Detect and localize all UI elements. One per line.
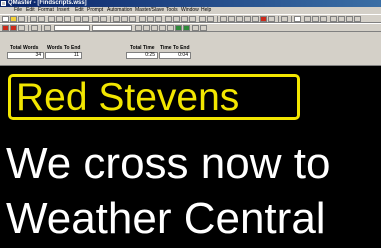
clock-icon[interactable]: [199, 16, 206, 22]
total-time-value: 0:25: [126, 52, 158, 59]
marker-icon[interactable]: [147, 16, 154, 22]
italic-icon[interactable]: [228, 16, 235, 22]
underline-icon[interactable]: [236, 16, 243, 22]
mark-icon[interactable]: [181, 16, 188, 22]
total-words-value: 34: [7, 52, 44, 59]
style-icon[interactable]: [294, 16, 301, 22]
menu-help[interactable]: Help: [201, 7, 211, 14]
words-to-end-value: 11: [45, 52, 82, 59]
redo-icon[interactable]: [82, 16, 89, 22]
size-icon[interactable]: [252, 16, 259, 22]
menu-window[interactable]: Window: [181, 7, 199, 14]
window-title: QMaster - [Findscripts.wss]: [8, 0, 87, 6]
menu-file[interactable]: File: [14, 7, 22, 14]
bookmark-icon[interactable]: [31, 25, 38, 31]
column-icon[interactable]: [129, 16, 136, 22]
style-select[interactable]: [92, 25, 132, 31]
save-icon[interactable]: [18, 16, 25, 22]
show-icon[interactable]: [165, 16, 172, 22]
timer-icon[interactable]: [207, 16, 214, 22]
menu-format[interactable]: Format: [38, 7, 54, 14]
pause-icon[interactable]: [200, 25, 207, 31]
align-left-icon[interactable]: [330, 16, 337, 22]
stop-icon[interactable]: [2, 25, 9, 31]
copy-icon[interactable]: [56, 16, 63, 22]
script-line: We cross now to: [6, 139, 331, 188]
caps-icon[interactable]: [268, 16, 275, 22]
total-words-label: Total Words: [10, 45, 39, 51]
menu-edit[interactable]: Edit: [26, 7, 35, 14]
list-icon[interactable]: [304, 16, 311, 22]
app-icon: [1, 1, 6, 6]
menu-bar: File Edit Format Insert Edit Prompt Auto…: [0, 7, 381, 14]
toolbar-separator: [291, 16, 292, 22]
help-icon[interactable]: [281, 16, 288, 22]
camera-icon[interactable]: [151, 25, 158, 31]
record-icon[interactable]: [10, 25, 17, 31]
justify-icon[interactable]: [354, 16, 361, 22]
toolbar-separator: [28, 25, 29, 31]
hide-icon[interactable]: [173, 16, 180, 22]
align-right-icon[interactable]: [346, 16, 353, 22]
toolbar-separator: [217, 16, 218, 22]
prompter-view[interactable]: Red Stevens We cross now to Weather Cent…: [0, 66, 381, 248]
standard-toolbar: [0, 14, 381, 23]
menu-tools[interactable]: Tools: [166, 7, 178, 14]
script-select[interactable]: [54, 25, 90, 31]
undo-icon[interactable]: [74, 16, 81, 22]
title-bar: QMaster - [Findscripts.wss]: [0, 0, 381, 7]
insert-icon[interactable]: [113, 16, 120, 22]
align-center-icon[interactable]: [338, 16, 345, 22]
font-icon[interactable]: [244, 16, 251, 22]
scroll-icon[interactable]: [192, 25, 199, 31]
toolbar-separator: [27, 16, 28, 22]
total-time-label: Total Time: [130, 45, 155, 51]
play-icon[interactable]: [183, 25, 190, 31]
menu-edit-2[interactable]: Edit: [75, 7, 84, 14]
time-to-end-label: Time To End: [160, 45, 190, 51]
menu-insert[interactable]: Insert: [57, 7, 70, 14]
toolbar-separator: [278, 16, 279, 22]
color-icon[interactable]: [260, 16, 267, 22]
rewind-icon[interactable]: [18, 25, 25, 31]
table-icon[interactable]: [121, 16, 128, 22]
qmaster-window: QMaster - [Findscripts.wss] File Edit Fo…: [0, 0, 381, 248]
print-icon[interactable]: [30, 16, 37, 22]
paste-icon[interactable]: [64, 16, 71, 22]
print-preview-icon[interactable]: [38, 16, 45, 22]
speaker-name: Red Stevens: [16, 76, 240, 119]
words-to-end-label: Words To End: [47, 45, 81, 51]
stats-panel: Total Words Words To End Total Time Time…: [0, 32, 381, 66]
speaker-icon[interactable]: [143, 25, 150, 31]
menu-prompt[interactable]: Prompt: [87, 7, 103, 14]
time-to-end-value: 0:04: [159, 52, 191, 59]
tag-icon[interactable]: [135, 25, 142, 31]
replace-icon[interactable]: [100, 16, 107, 22]
prompt-toolbar: [0, 23, 381, 32]
flag-icon[interactable]: [189, 16, 196, 22]
toolbar-separator: [41, 25, 42, 31]
script-line: Weather Central: [6, 194, 326, 243]
go-icon[interactable]: [175, 25, 182, 31]
prompt-icon[interactable]: [44, 25, 51, 31]
spell-icon[interactable]: [155, 16, 162, 22]
cut-icon[interactable]: [48, 16, 55, 22]
bold-icon[interactable]: [220, 16, 227, 22]
menu-master-slave[interactable]: Master/Slave: [135, 7, 164, 14]
new-icon[interactable]: [2, 16, 9, 22]
find-icon[interactable]: [92, 16, 99, 22]
cue-icon[interactable]: [167, 25, 174, 31]
menu-automation[interactable]: Automation: [107, 7, 132, 14]
mic-icon[interactable]: [159, 25, 166, 31]
indent-icon[interactable]: [312, 16, 319, 22]
outdent-icon[interactable]: [320, 16, 327, 22]
open-icon[interactable]: [10, 16, 17, 22]
toolbar-separator: [110, 16, 111, 22]
zoom-icon[interactable]: [139, 16, 146, 22]
